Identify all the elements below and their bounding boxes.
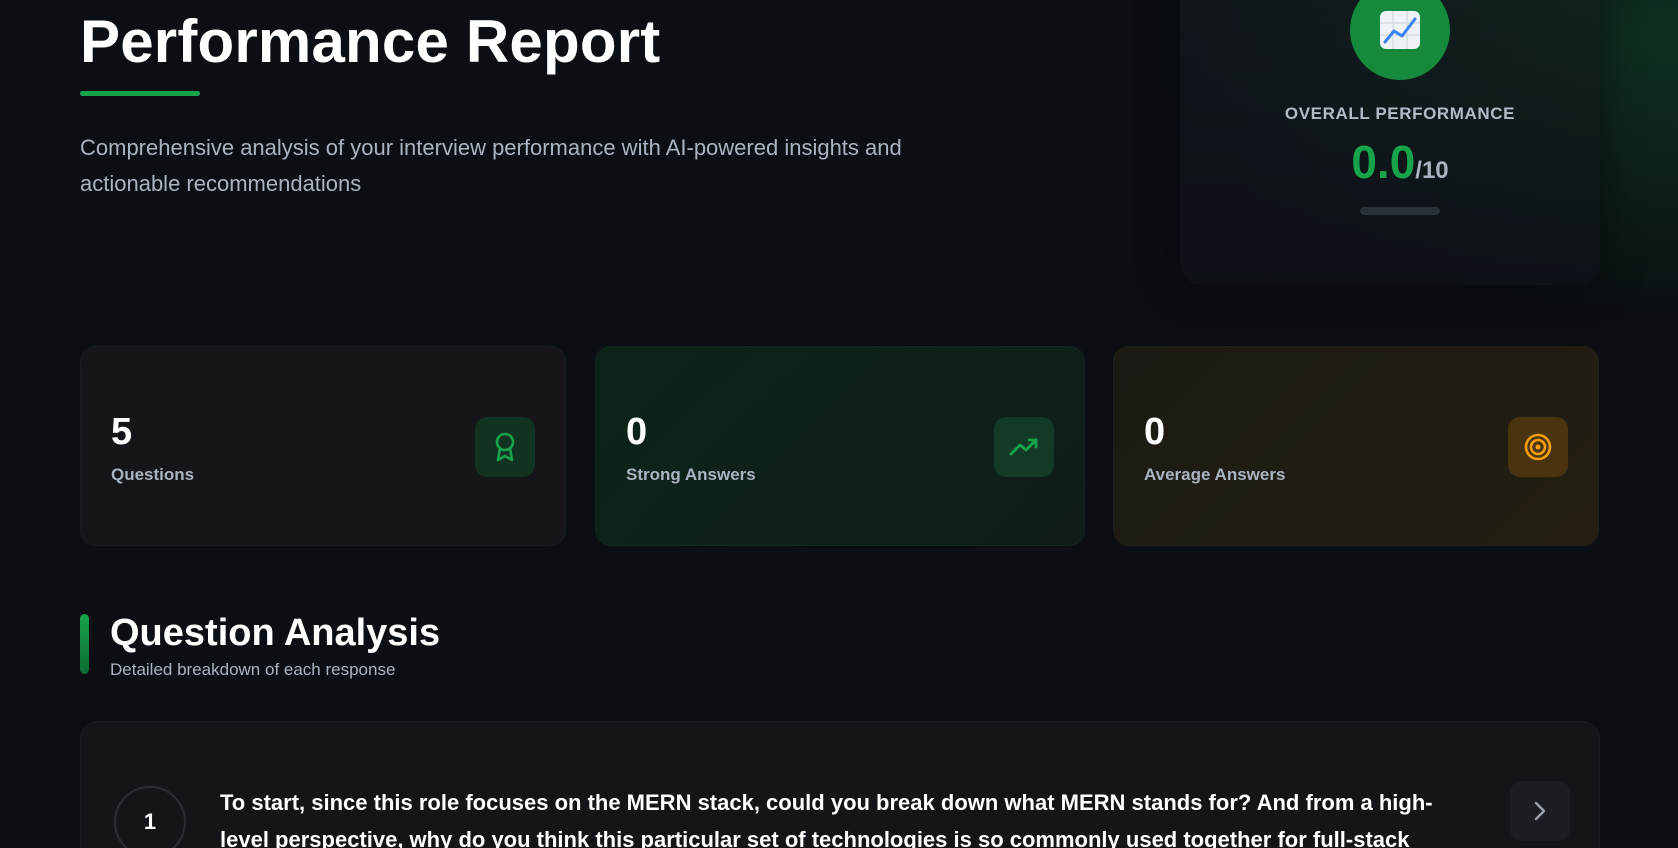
chevron-right-icon bbox=[1534, 801, 1546, 821]
target-icon bbox=[1508, 417, 1568, 477]
page-subtitle: Comprehensive analysis of your interview… bbox=[80, 135, 902, 196]
overall-progress-bar bbox=[1360, 207, 1440, 215]
stat-value: 0 bbox=[626, 411, 648, 453]
question-number-badge: 1 bbox=[114, 786, 186, 848]
stat-card-strong-answers: 0 Strong Answers bbox=[595, 346, 1085, 546]
performance-report-page: Performance Report Comprehensive analysi… bbox=[0, 0, 1678, 848]
section-accent-bar bbox=[80, 614, 89, 674]
trending-up-icon bbox=[994, 417, 1054, 477]
title-underline bbox=[80, 91, 200, 96]
stat-value: 5 bbox=[111, 411, 133, 453]
expand-question-button[interactable] bbox=[1510, 781, 1570, 841]
overall-score-value: 0.0 bbox=[1351, 136, 1416, 188]
overall-score: 0.0/10 bbox=[1180, 135, 1620, 189]
stat-label: Strong Answers bbox=[626, 465, 756, 484]
stat-card-average-answers: 0 Average Answers bbox=[1113, 346, 1599, 546]
stat-card-questions: 5 Questions bbox=[80, 346, 566, 546]
award-icon bbox=[475, 417, 535, 477]
stat-value: 0 bbox=[1144, 411, 1166, 453]
overall-performance-label: OVERALL PERFORMANCE bbox=[1284, 104, 1516, 123]
section-subtitle: Detailed breakdown of each response bbox=[110, 660, 396, 679]
overall-score-max: /10 bbox=[1415, 157, 1449, 184]
page-title: Performance Report bbox=[80, 8, 661, 75]
stat-label: Questions bbox=[111, 465, 195, 484]
report-header: Performance Report Comprehensive analysi… bbox=[80, 0, 980, 202]
question-text: To start, since this role focuses on the… bbox=[220, 790, 1433, 848]
stat-label: Average Answers bbox=[1144, 465, 1286, 484]
section-title: Question Analysis bbox=[110, 612, 441, 654]
